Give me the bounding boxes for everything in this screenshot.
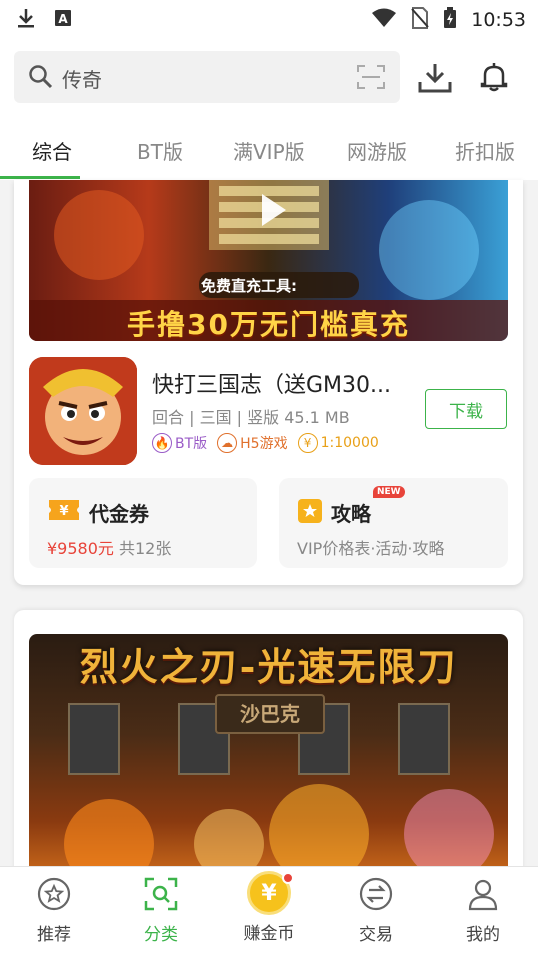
scan-icon[interactable]: [356, 64, 386, 94]
flame-icon: 🔥: [152, 433, 172, 453]
banner-subcaption: 免费直充工具:: [201, 277, 297, 295]
voucher-card[interactable]: ¥ 代金券 ¥9580元 共12张: [29, 478, 257, 568]
game-meta: 回合 | 三国 | 竖版 45.1 MB: [152, 408, 350, 427]
nav-profile[interactable]: 我的: [443, 877, 523, 945]
tag-bt: 🔥 BT版: [152, 433, 207, 453]
game-card[interactable]: 免费直充工具: 手撸30万无门槛真充 快打三国志（送GM30... 回合 | 三…: [14, 180, 523, 585]
search-icon: [28, 64, 54, 94]
tag-h5: ☁ H5游戏: [217, 433, 288, 453]
play-icon[interactable]: [252, 190, 292, 230]
new-badge: NEW: [373, 486, 405, 498]
notification-dot: [282, 872, 294, 884]
status-bar: A 10:53: [0, 0, 538, 38]
search-input[interactable]: 传奇: [62, 64, 102, 93]
category-tabs: 综合 BT版 满VIP版 网游版 折扣版: [0, 130, 538, 180]
tab-bt[interactable]: BT版: [137, 136, 183, 165]
banner2-title: 烈火之刃-光速无限刀: [79, 644, 458, 689]
game-tags: 🔥 BT版 ☁ H5游戏 ¥ 1:10000: [152, 433, 379, 453]
category-icon: [144, 877, 178, 911]
no-sim-icon: [411, 7, 429, 33]
nav-category[interactable]: 分类: [121, 877, 201, 945]
star-icon: [37, 877, 71, 911]
active-tab-indicator: [0, 176, 80, 179]
search-bar[interactable]: 传奇: [14, 51, 400, 103]
ticket-icon: ¥: [47, 498, 81, 526]
tab-discount[interactable]: 折扣版: [455, 136, 515, 165]
download-status-icon: [16, 7, 36, 33]
download-button[interactable]: 下载: [425, 389, 507, 429]
tab-comprehensive[interactable]: 综合: [32, 136, 72, 165]
nav-earn-coins[interactable]: ¥ 赚金币: [229, 871, 309, 944]
tab-full-vip[interactable]: 满VIP版: [233, 136, 305, 165]
game-title[interactable]: 快打三国志（送GM30...: [152, 367, 391, 399]
tag-exchange-rate: ¥ 1:10000: [297, 433, 379, 453]
nav-trade[interactable]: 交易: [336, 877, 416, 945]
tab-online[interactable]: 网游版: [347, 136, 407, 165]
wifi-icon: [371, 8, 397, 32]
guide-title: 攻略: [331, 502, 371, 526]
svg-text:¥: ¥: [59, 504, 68, 519]
voucher-title: 代金券: [89, 502, 149, 526]
guide-card[interactable]: 攻略 NEW VIP价格表·活动·攻略: [279, 478, 508, 568]
game-icon[interactable]: [29, 357, 137, 465]
profile-icon: [466, 877, 500, 911]
keyboard-status-icon: A: [54, 9, 72, 31]
game-video-banner[interactable]: 免费直充工具: 手撸30万无门槛真充: [29, 180, 508, 341]
exchange-icon: [359, 877, 393, 911]
guide-icon: [297, 498, 323, 528]
download-manager-icon[interactable]: [418, 62, 452, 98]
cloud-icon: ☁: [217, 433, 238, 453]
guide-subtitle: VIP价格表·活动·攻略: [297, 539, 445, 558]
coin-icon: ¥: [297, 433, 318, 453]
banner2-subtitle: 沙巴克: [215, 694, 325, 734]
voucher-info: ¥9580元 共12张: [47, 539, 172, 558]
bell-icon[interactable]: [480, 62, 508, 96]
bottom-navigation: 推荐 分类 ¥ 赚金币 交易 我的: [0, 866, 538, 956]
banner-caption: 手撸30万无门槛真充: [127, 308, 410, 341]
svg-text:A: A: [58, 12, 68, 26]
game-card-2[interactable]: 烈火之刃-光速无限刀 沙巴克: [14, 610, 523, 910]
app-header: 传奇 综合 BT版 满VIP版 网游版 折扣版: [0, 38, 538, 180]
gold-coin-icon: ¥: [247, 871, 294, 915]
clock: 10:53: [471, 9, 526, 31]
nav-recommend[interactable]: 推荐: [14, 877, 94, 945]
game-banner-2[interactable]: 烈火之刃-光速无限刀 沙巴克: [29, 634, 508, 884]
battery-charging-icon: [443, 7, 457, 33]
